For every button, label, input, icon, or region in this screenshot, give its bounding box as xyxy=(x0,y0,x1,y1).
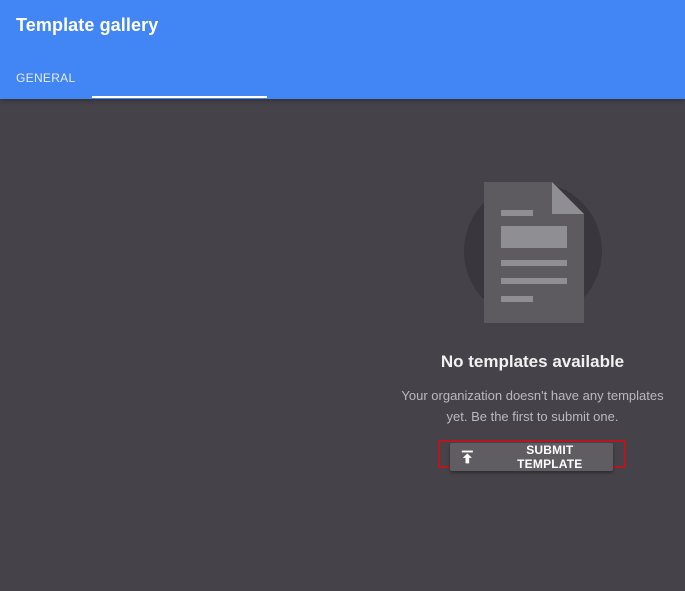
tab-general[interactable]: GENERAL xyxy=(16,71,75,85)
empty-state-description: Your organization doesn't have any templ… xyxy=(401,388,664,424)
submit-template-button[interactable]: SUBMIT TEMPLATE xyxy=(450,443,613,471)
tab-indicator xyxy=(92,96,267,98)
document-icon xyxy=(464,182,602,323)
page-title: Template gallery xyxy=(16,15,159,35)
app-header: Template gallery GENERAL xyxy=(0,0,685,99)
template-gallery-app: Template gallery GENERAL No templates av… xyxy=(0,0,685,591)
submit-template-label: SUBMIT TEMPLATE xyxy=(517,443,583,471)
upload-icon xyxy=(461,450,473,464)
empty-state-title: No templates available xyxy=(440,352,625,371)
